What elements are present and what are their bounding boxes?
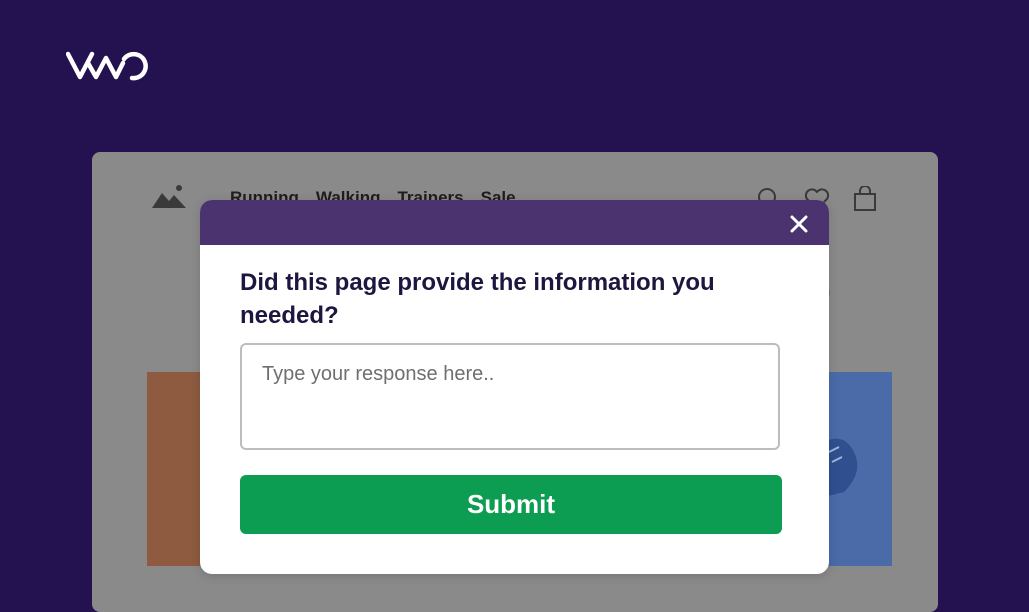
close-icon[interactable] [787, 212, 811, 236]
feedback-question: Did this page provide the information yo… [240, 269, 715, 329]
image-placeholder-icon [152, 184, 188, 215]
shopping-bag-icon[interactable] [852, 185, 878, 212]
product-image-left [147, 372, 207, 566]
response-textarea[interactable] [240, 343, 780, 450]
feedback-modal: Did this page provide the information yo… [200, 200, 829, 574]
vwo-logo [66, 50, 152, 82]
product-image-right [824, 372, 892, 566]
modal-header [200, 200, 829, 245]
submit-button[interactable]: Submit [240, 475, 782, 534]
